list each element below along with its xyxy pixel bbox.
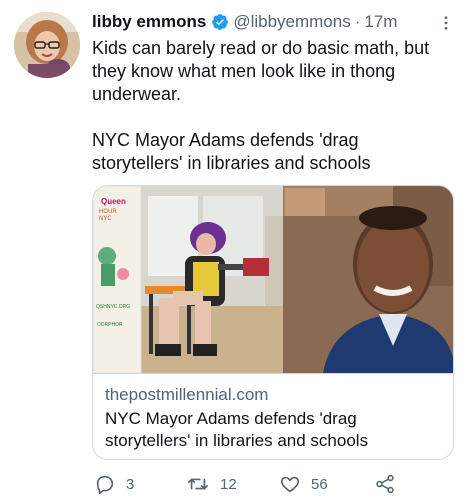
banner-text: NYC <box>99 216 112 222</box>
like-button[interactable]: 56 <box>279 472 328 496</box>
tweet-header: libby emmons @libbyemmons · 17m <box>92 10 457 34</box>
link-preview-card[interactable]: Queen HOUR NYC QSHNYC.ORG ODRPHOR thepos… <box>92 185 454 460</box>
card-image: Queen HOUR NYC QSHNYC.ORG ODRPHOR <box>93 186 453 373</box>
tweet-text-line: they know what men look like in thong <box>92 61 396 81</box>
banner-text: QSHNYC.ORG <box>96 304 130 310</box>
card-divider <box>93 373 453 374</box>
reply-button[interactable]: 3 <box>94 472 134 496</box>
card-domain: thepostmillennial.com <box>105 385 269 404</box>
tweet-text-line: NYC Mayor Adams defends 'drag <box>92 130 359 150</box>
retweet-count: 12 <box>220 475 237 493</box>
reply-icon <box>94 473 116 495</box>
card-title-line: storytellers' in libraries and schools <box>105 431 369 450</box>
tweet-text-line: Kids can barely read or do basic math, b… <box>92 38 430 58</box>
retweet-icon <box>186 473 210 495</box>
author-display-name[interactable]: libby emmons <box>92 12 206 32</box>
banner-text: HOUR <box>99 209 117 215</box>
avatar-photo <box>14 12 80 78</box>
author-handle[interactable]: @libbyemmons <box>233 12 350 32</box>
tweet-text-line: storytellers' in libraries and schools <box>92 153 371 173</box>
card-title-line: NYC Mayor Adams defends 'drag <box>105 409 357 428</box>
banner-text: Queen <box>101 197 126 206</box>
tweet-timestamp[interactable]: 17m <box>364 12 397 32</box>
banner-text: ODRPHOR <box>97 322 123 328</box>
retweet-button[interactable]: 12 <box>186 472 237 496</box>
avatar[interactable] <box>14 12 80 78</box>
separator-dot: · <box>354 12 361 31</box>
card-title: NYC Mayor Adams defends 'drag storytelle… <box>105 408 445 452</box>
like-icon <box>279 473 301 495</box>
share-icon <box>374 473 396 495</box>
reply-count: 3 <box>126 475 135 493</box>
more-icon[interactable] <box>435 12 457 34</box>
like-count: 56 <box>311 475 328 493</box>
tweet-actions: 3 12 56 <box>92 472 422 496</box>
share-button[interactable] <box>374 472 396 496</box>
tweet-text: Kids can barely read or do basic math, b… <box>92 37 454 175</box>
tweet-text-line: underwear. <box>92 84 182 104</box>
verified-badge-icon <box>211 13 229 31</box>
